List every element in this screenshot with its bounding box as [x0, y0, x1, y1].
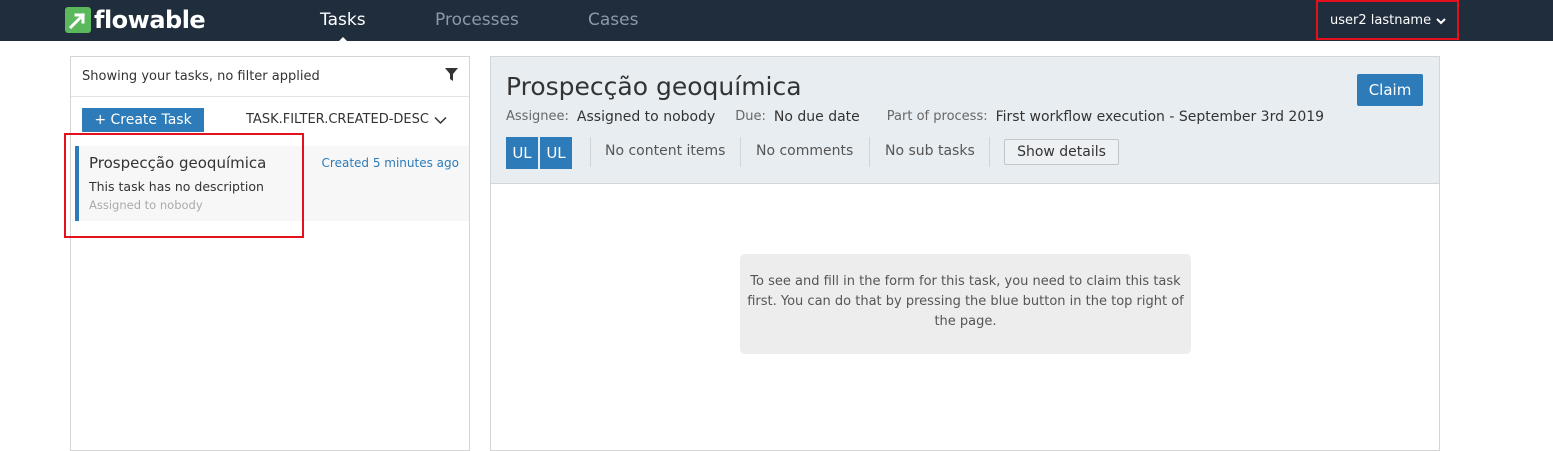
filter-bar[interactable]: Showing your tasks, no filter applied: [71, 57, 469, 97]
avatar[interactable]: UL: [506, 137, 538, 169]
task-meta: Assignee: Assigned to nobody Due: No due…: [506, 108, 1344, 126]
task-detail-panel: Prospecção geoquímica Assignee: Assigned…: [490, 56, 1440, 451]
claim-button[interactable]: Claim: [1357, 74, 1423, 106]
divider: [590, 137, 591, 167]
content-items-link[interactable]: No content items: [605, 142, 725, 160]
create-task-button[interactable]: + Create Task: [82, 108, 204, 132]
active-tab-caret: [336, 37, 350, 44]
task-created: Created 5 minutes ago: [321, 156, 459, 170]
filter-icon[interactable]: [445, 68, 458, 82]
tab-tasks[interactable]: Tasks: [320, 10, 366, 30]
avatar[interactable]: UL: [540, 137, 572, 169]
page-title: Prospecção geoquímica: [506, 72, 802, 101]
highlight-box-task-item: [64, 133, 304, 238]
assignee-label: Assignee:: [506, 109, 569, 124]
divider: [989, 137, 990, 167]
task-detail-header: Prospecção geoquímica Assignee: Assigned…: [491, 57, 1439, 184]
sort-dropdown[interactable]: TASK.FILTER.CREATED-DESC: [246, 112, 447, 128]
claim-notice: To see and fill in the form for this tas…: [740, 254, 1191, 354]
divider: [869, 137, 870, 167]
due-value[interactable]: No due date: [774, 108, 860, 126]
flowable-logo[interactable]: flowable: [65, 6, 206, 34]
sort-label: TASK.FILTER.CREATED-DESC: [246, 112, 429, 127]
process-value[interactable]: First workflow execution - September 3rd…: [996, 108, 1324, 126]
tab-processes[interactable]: Processes: [435, 10, 519, 30]
divider: [740, 137, 741, 167]
highlight-box-user-menu: [1316, 0, 1459, 40]
flowable-logo-icon: [65, 7, 91, 33]
comments-link[interactable]: No comments: [756, 142, 853, 160]
assignee-value[interactable]: Assigned to nobody: [577, 108, 715, 126]
logo-text: flowable: [94, 6, 206, 34]
show-details-button[interactable]: Show details: [1004, 139, 1119, 165]
task-list-panel: Showing your tasks, no filter applied + …: [70, 56, 470, 451]
filter-summary: Showing your tasks, no filter applied: [82, 69, 320, 84]
sub-tasks-link[interactable]: No sub tasks: [885, 142, 975, 160]
due-label: Due:: [735, 109, 766, 124]
process-label: Part of process:: [886, 109, 988, 124]
tab-cases[interactable]: Cases: [588, 10, 638, 30]
chevron-down-icon: [434, 116, 447, 124]
